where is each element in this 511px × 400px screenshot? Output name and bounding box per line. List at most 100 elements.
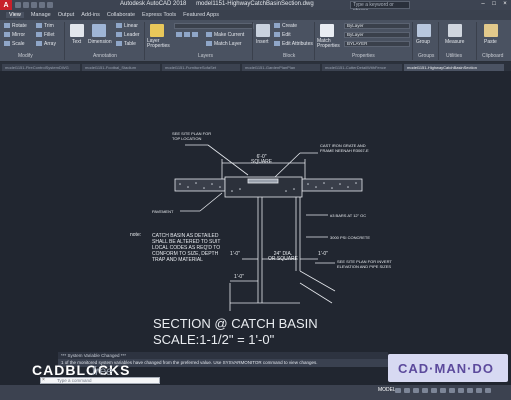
leader-line bbox=[274, 152, 301, 178]
array-icon bbox=[36, 41, 42, 47]
lineweight-dropdown[interactable]: BYLAYER bbox=[344, 41, 410, 47]
tab-featured-apps[interactable]: Featured Apps bbox=[183, 12, 219, 18]
doc-tab[interactable]: model1151-CutterDetailWithFence bbox=[322, 64, 402, 71]
measure-label[interactable]: Measure bbox=[445, 39, 464, 45]
scale-button[interactable]: Scale bbox=[4, 41, 25, 47]
doc-tab[interactable]: model1151-FireControlSystemDWG bbox=[2, 64, 80, 71]
workspace-icon[interactable] bbox=[458, 388, 464, 393]
window-title: Autodesk AutoCAD 2018 model1151-HighwayC… bbox=[120, 1, 322, 7]
properties-panel-label[interactable]: Properties bbox=[352, 53, 375, 59]
clipboard-panel-label[interactable]: Clipboard bbox=[482, 53, 503, 59]
group-icon[interactable] bbox=[417, 24, 431, 37]
minimize-icon[interactable]: – bbox=[479, 1, 487, 8]
ortho-icon[interactable] bbox=[413, 388, 419, 393]
dimension-icon[interactable] bbox=[92, 24, 106, 37]
block-panel-label[interactable]: Block bbox=[283, 53, 295, 59]
tab-view[interactable]: View bbox=[6, 12, 24, 18]
utilities-panel-label[interactable]: Utilities bbox=[446, 53, 462, 59]
undo-icon[interactable] bbox=[39, 2, 45, 8]
lineweight-icon[interactable] bbox=[440, 388, 446, 393]
doc-tab[interactable]: model1151-GardenPlanPlan bbox=[242, 64, 320, 71]
dim-center: 24" DIA. OR SQUARE bbox=[268, 252, 298, 262]
model-space-toggle[interactable]: MODEL bbox=[378, 387, 396, 393]
note-label: note: bbox=[130, 232, 142, 238]
rotate-button[interactable]: Rotate bbox=[4, 23, 27, 29]
mirror-label: Mirror bbox=[12, 32, 26, 38]
command-input[interactable]: Type a command bbox=[40, 377, 160, 384]
tab-output[interactable]: Output bbox=[58, 12, 75, 18]
group-label[interactable]: Group bbox=[416, 39, 430, 45]
fullscreen-icon[interactable] bbox=[476, 388, 482, 393]
osnap-icon[interactable] bbox=[431, 388, 437, 393]
measure-icon[interactable] bbox=[448, 24, 462, 37]
mirror-button[interactable]: Mirror bbox=[4, 32, 25, 38]
pavement-label: PAVEMENT bbox=[152, 209, 174, 214]
linetype-dropdown[interactable]: ByLayer bbox=[344, 32, 410, 38]
new-icon[interactable] bbox=[15, 2, 21, 8]
paste-icon[interactable] bbox=[484, 24, 498, 37]
doc-tab[interactable]: model1151-FurnitureSofaSet bbox=[162, 64, 240, 71]
layer-properties-icon[interactable] bbox=[150, 24, 164, 37]
edit-attributes-button[interactable]: Edit Attributes bbox=[274, 41, 313, 47]
fillet-button[interactable]: Fillet bbox=[36, 32, 55, 38]
open-icon[interactable] bbox=[23, 2, 29, 8]
close-icon[interactable]: × bbox=[501, 1, 509, 8]
match-properties-label[interactable]: Match Properties bbox=[317, 39, 341, 49]
create-block-button[interactable]: Create bbox=[274, 23, 297, 29]
groups-panel-label[interactable]: Groups bbox=[418, 53, 434, 59]
dim-center-line: OR SQUARE bbox=[268, 256, 299, 262]
annotation-panel-label[interactable]: Annotation bbox=[93, 53, 117, 59]
text-label[interactable]: Text bbox=[72, 39, 81, 45]
leader-button[interactable]: Leader bbox=[116, 32, 140, 38]
ribbon-divider bbox=[64, 22, 65, 60]
insert-block-icon[interactable] bbox=[256, 24, 270, 37]
tab-add-ins[interactable]: Add-ins bbox=[81, 12, 100, 18]
pavement-slab-left bbox=[174, 178, 226, 192]
paste-label[interactable]: Paste bbox=[484, 39, 497, 45]
drawing-canvas[interactable]: SEE SITE PLAN FOR TOP LOCATION CAST IRON… bbox=[0, 71, 511, 385]
ribbon-divider bbox=[412, 22, 413, 60]
doc-tab[interactable]: model1151-Footbal_Stadium bbox=[82, 64, 160, 71]
layer-lock-icon[interactable] bbox=[192, 32, 198, 38]
window-controls: – □ × bbox=[479, 1, 509, 8]
dimension-label[interactable]: Dimension bbox=[88, 39, 112, 45]
modify-panel-label[interactable]: Modify bbox=[18, 53, 33, 59]
menu-icon[interactable] bbox=[485, 388, 491, 393]
color-dropdown[interactable]: ByLayer bbox=[344, 23, 410, 29]
outlet-pipe-top bbox=[299, 270, 336, 292]
trim-button[interactable]: Trim bbox=[36, 23, 54, 29]
redo-icon[interactable] bbox=[47, 2, 53, 8]
save-icon[interactable] bbox=[31, 2, 37, 8]
layers-panel-label[interactable]: Layers bbox=[198, 53, 213, 59]
grid-icon[interactable] bbox=[395, 388, 401, 393]
match-properties-icon[interactable] bbox=[320, 24, 334, 37]
text-icon[interactable] bbox=[70, 24, 84, 37]
layer-off-icon[interactable] bbox=[176, 32, 182, 38]
insert-label[interactable]: Insert bbox=[256, 39, 269, 45]
leader-icon bbox=[116, 32, 122, 38]
annotation-scale-icon[interactable] bbox=[449, 388, 455, 393]
array-label: Array bbox=[44, 41, 56, 47]
search-input[interactable]: Type a keyword or phrase bbox=[350, 1, 410, 14]
doc-tab-active[interactable]: model1151-HighwayCatchBasinSection bbox=[404, 64, 504, 71]
tab-express-tools[interactable]: Express Tools bbox=[142, 12, 176, 18]
linear-button[interactable]: Linear bbox=[116, 23, 138, 29]
make-current-button[interactable]: Make Current bbox=[206, 32, 244, 38]
edit-block-button[interactable]: Edit bbox=[274, 32, 291, 38]
layer-dropdown[interactable] bbox=[174, 23, 254, 29]
polar-icon[interactable] bbox=[422, 388, 428, 393]
layer-properties-label[interactable]: Layer Properties bbox=[147, 39, 173, 49]
table-button[interactable]: Table bbox=[116, 41, 136, 47]
match-layer-button[interactable]: Match Layer bbox=[206, 41, 242, 47]
ribbon-divider bbox=[476, 22, 477, 60]
tab-manage[interactable]: Manage bbox=[31, 12, 51, 18]
maximize-icon[interactable]: □ bbox=[490, 1, 498, 8]
make-current-icon bbox=[206, 32, 212, 38]
customization-icon[interactable] bbox=[467, 388, 473, 393]
autocad-logo-icon[interactable]: A bbox=[0, 0, 12, 10]
snap-icon[interactable] bbox=[404, 388, 410, 393]
tab-collaborate[interactable]: Collaborate bbox=[107, 12, 135, 18]
array-button[interactable]: Array bbox=[36, 41, 56, 47]
close-command-icon[interactable]: × bbox=[42, 378, 47, 383]
layer-freeze-icon[interactable] bbox=[184, 32, 190, 38]
